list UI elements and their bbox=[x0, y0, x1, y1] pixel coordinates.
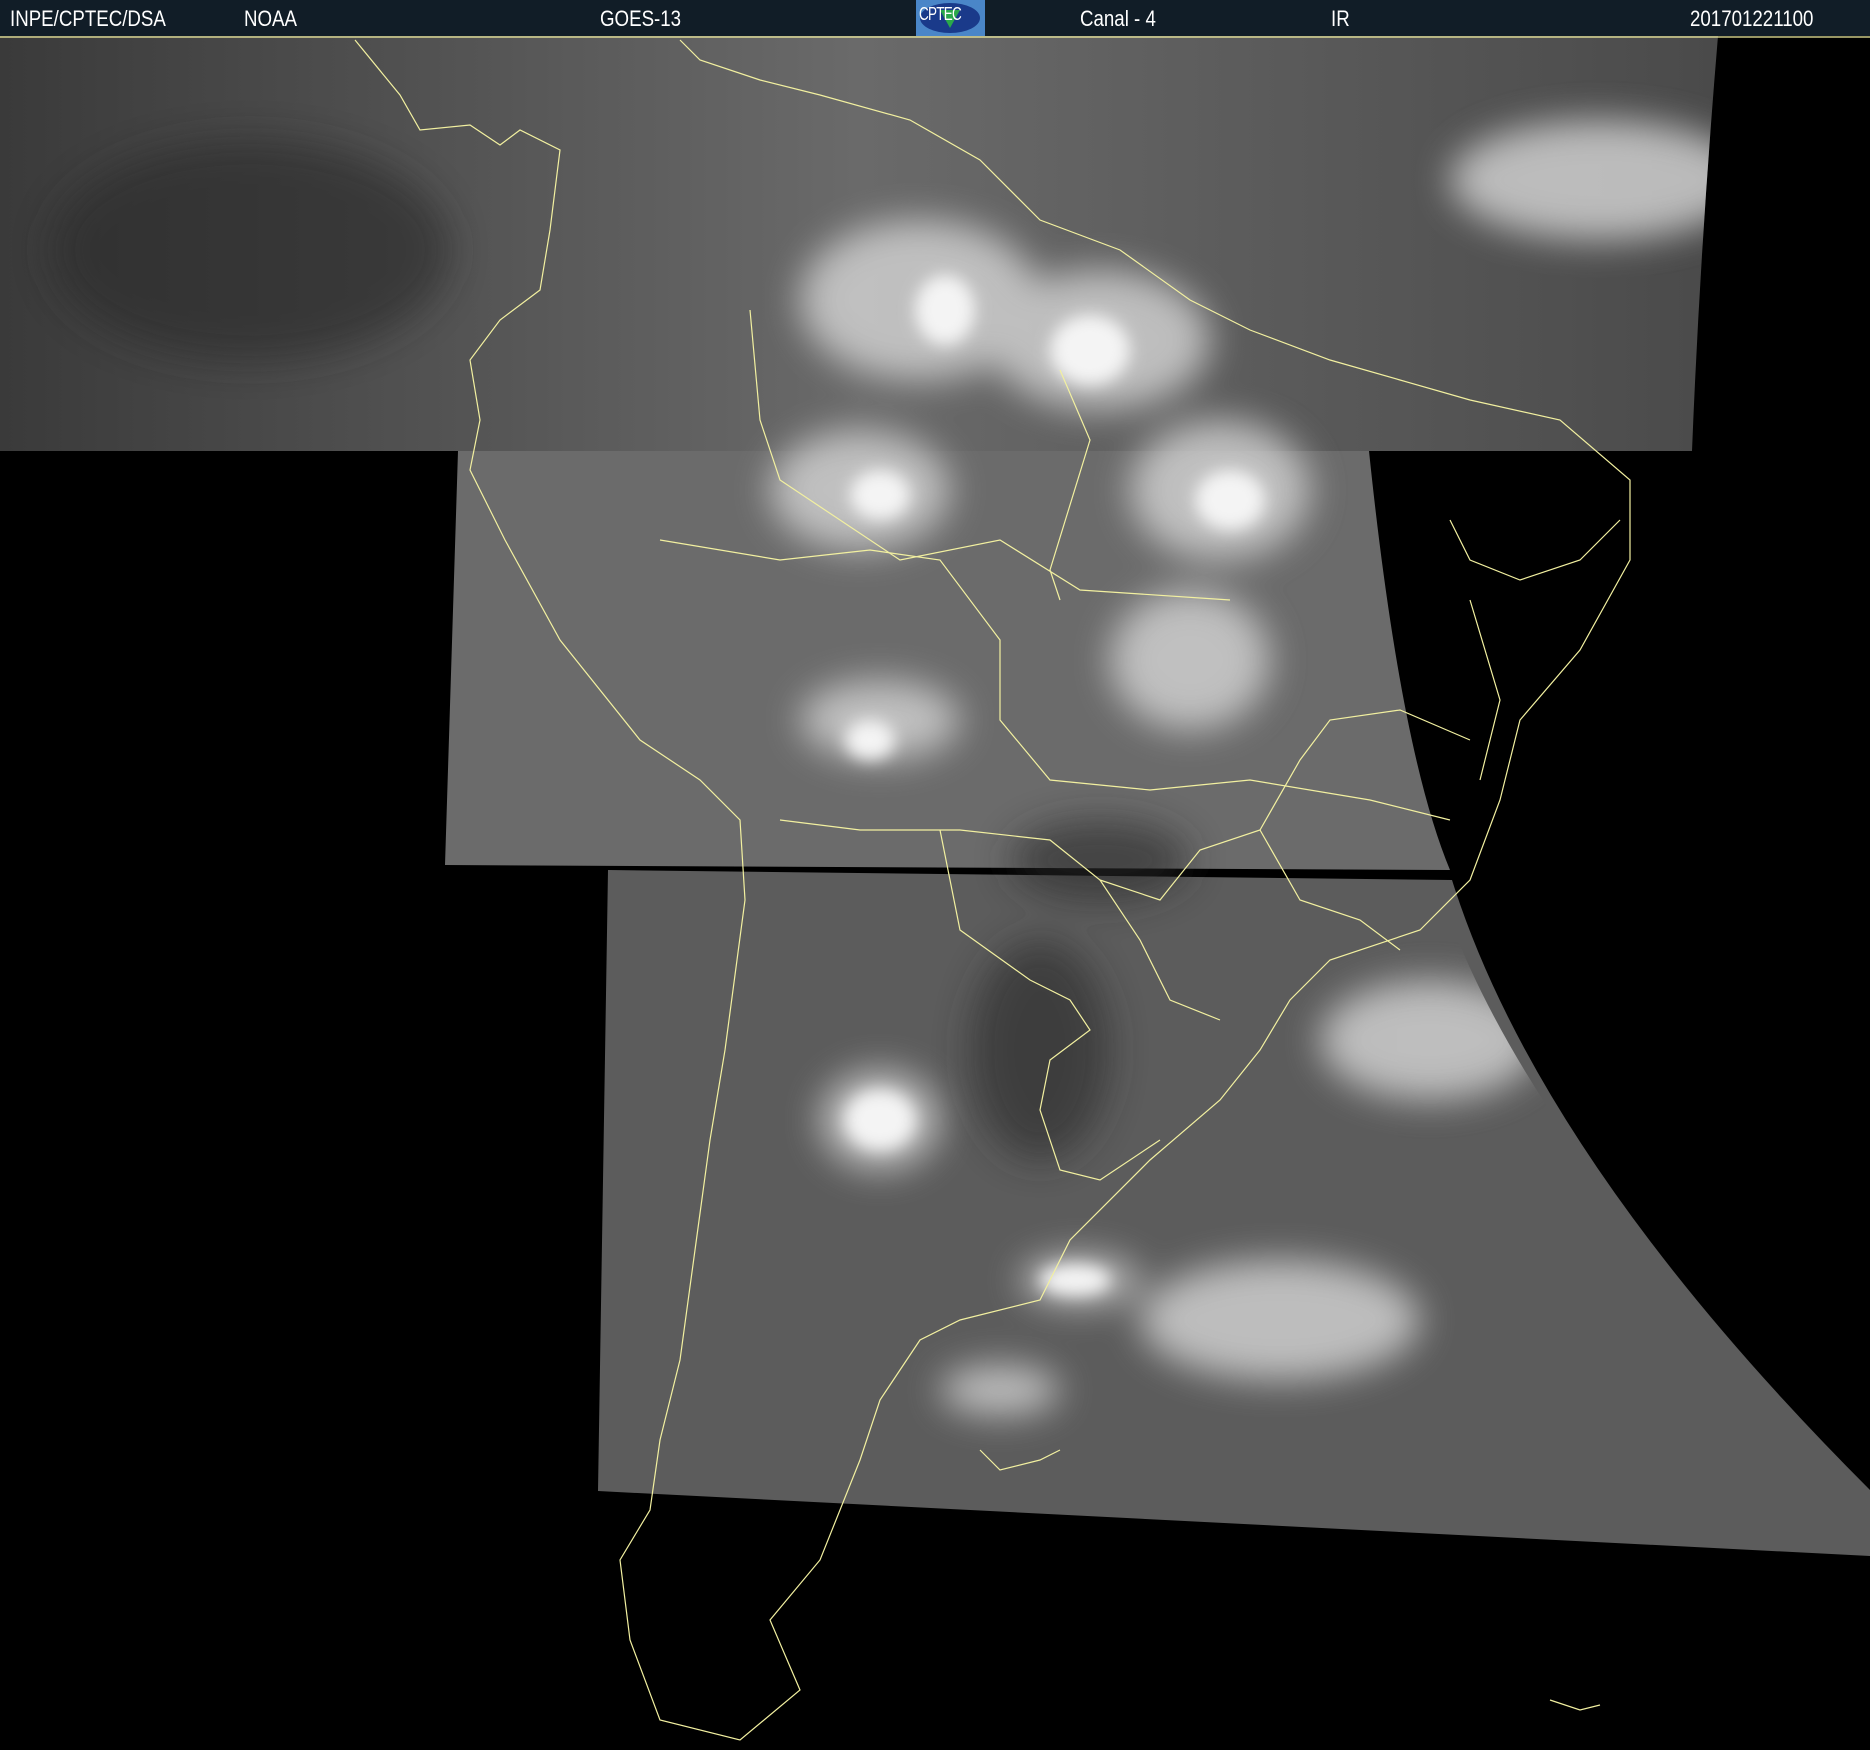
timestamp-label: 201701221100 bbox=[1690, 6, 1814, 31]
satellite-image bbox=[0, 36, 1870, 1750]
band-label: IR bbox=[1331, 6, 1350, 31]
agency-label: NOAA bbox=[244, 6, 298, 31]
image-header: INPE/CPTEC/DSA NOAA GOES-13 CPTEC Canal … bbox=[0, 0, 1870, 36]
channel-label: Canal - 4 bbox=[1080, 6, 1156, 31]
org-label: INPE/CPTEC/DSA bbox=[10, 6, 166, 31]
satellite-label: GOES-13 bbox=[600, 6, 682, 31]
cptec-logo: CPTEC bbox=[916, 0, 985, 36]
